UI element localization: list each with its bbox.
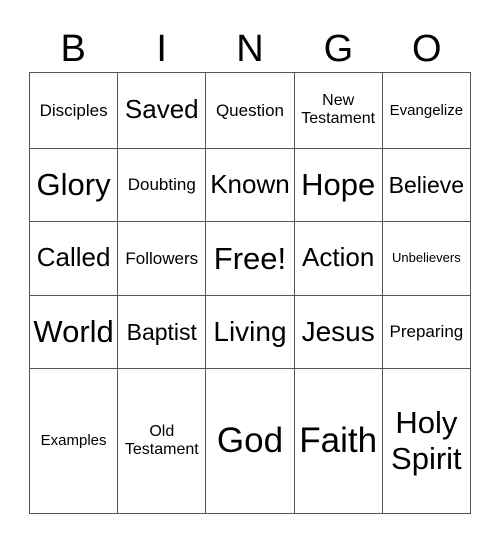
bingo-cell[interactable]: Faith <box>293 368 383 514</box>
bingo-cell[interactable]: Old Testament <box>117 368 207 514</box>
header-letter-b: B <box>60 28 86 70</box>
bingo-cell[interactable]: Known <box>205 147 295 223</box>
bingo-cell[interactable]: Called <box>28 221 119 296</box>
grid-row: World Baptist Living Jesus Preparing <box>28 294 472 370</box>
bingo-cell[interactable]: Holy Spirit <box>381 368 472 514</box>
bingo-cell[interactable]: Hope <box>293 147 383 223</box>
bingo-cell[interactable]: God <box>205 368 295 514</box>
grid-row: Examples Old Testament God Faith Holy Sp… <box>28 368 472 514</box>
bingo-grid: Disciples Saved Question New Testament E… <box>28 72 472 514</box>
header-letter-i: I <box>156 28 167 70</box>
header-letter-o: O <box>412 28 442 70</box>
bingo-cell[interactable]: Doubting <box>117 147 207 223</box>
bingo-cell[interactable]: Baptist <box>117 294 207 370</box>
header-letter-g: G <box>323 28 354 70</box>
bingo-cell[interactable]: Glory <box>28 147 119 223</box>
bingo-cell[interactable]: Jesus <box>293 294 383 370</box>
bingo-header: B I N G O <box>29 26 471 72</box>
bingo-cell[interactable]: Preparing <box>381 294 472 370</box>
bingo-cell[interactable]: New Testament <box>293 72 383 149</box>
bingo-cell[interactable]: Free! <box>205 221 295 296</box>
bingo-cell[interactable]: Living <box>205 294 295 370</box>
bingo-cell[interactable]: Disciples <box>28 72 119 149</box>
bingo-cell[interactable]: Examples <box>28 368 119 514</box>
bingo-cell[interactable]: Evangelize <box>381 72 472 149</box>
bingo-cell[interactable]: Followers <box>117 221 207 296</box>
bingo-cell[interactable]: Saved <box>117 72 207 149</box>
bingo-cell[interactable]: Action <box>293 221 383 296</box>
grid-row: Glory Doubting Known Hope Believe <box>28 147 472 223</box>
grid-row: Disciples Saved Question New Testament E… <box>28 72 472 149</box>
bingo-cell[interactable]: World <box>28 294 119 370</box>
grid-row: Called Followers Free! Action Unbeliever… <box>28 221 472 296</box>
bingo-cell[interactable]: Unbelievers <box>381 221 472 296</box>
bingo-cell[interactable]: Question <box>205 72 295 149</box>
bingo-cell[interactable]: Believe <box>381 147 472 223</box>
header-letter-n: N <box>236 28 264 70</box>
